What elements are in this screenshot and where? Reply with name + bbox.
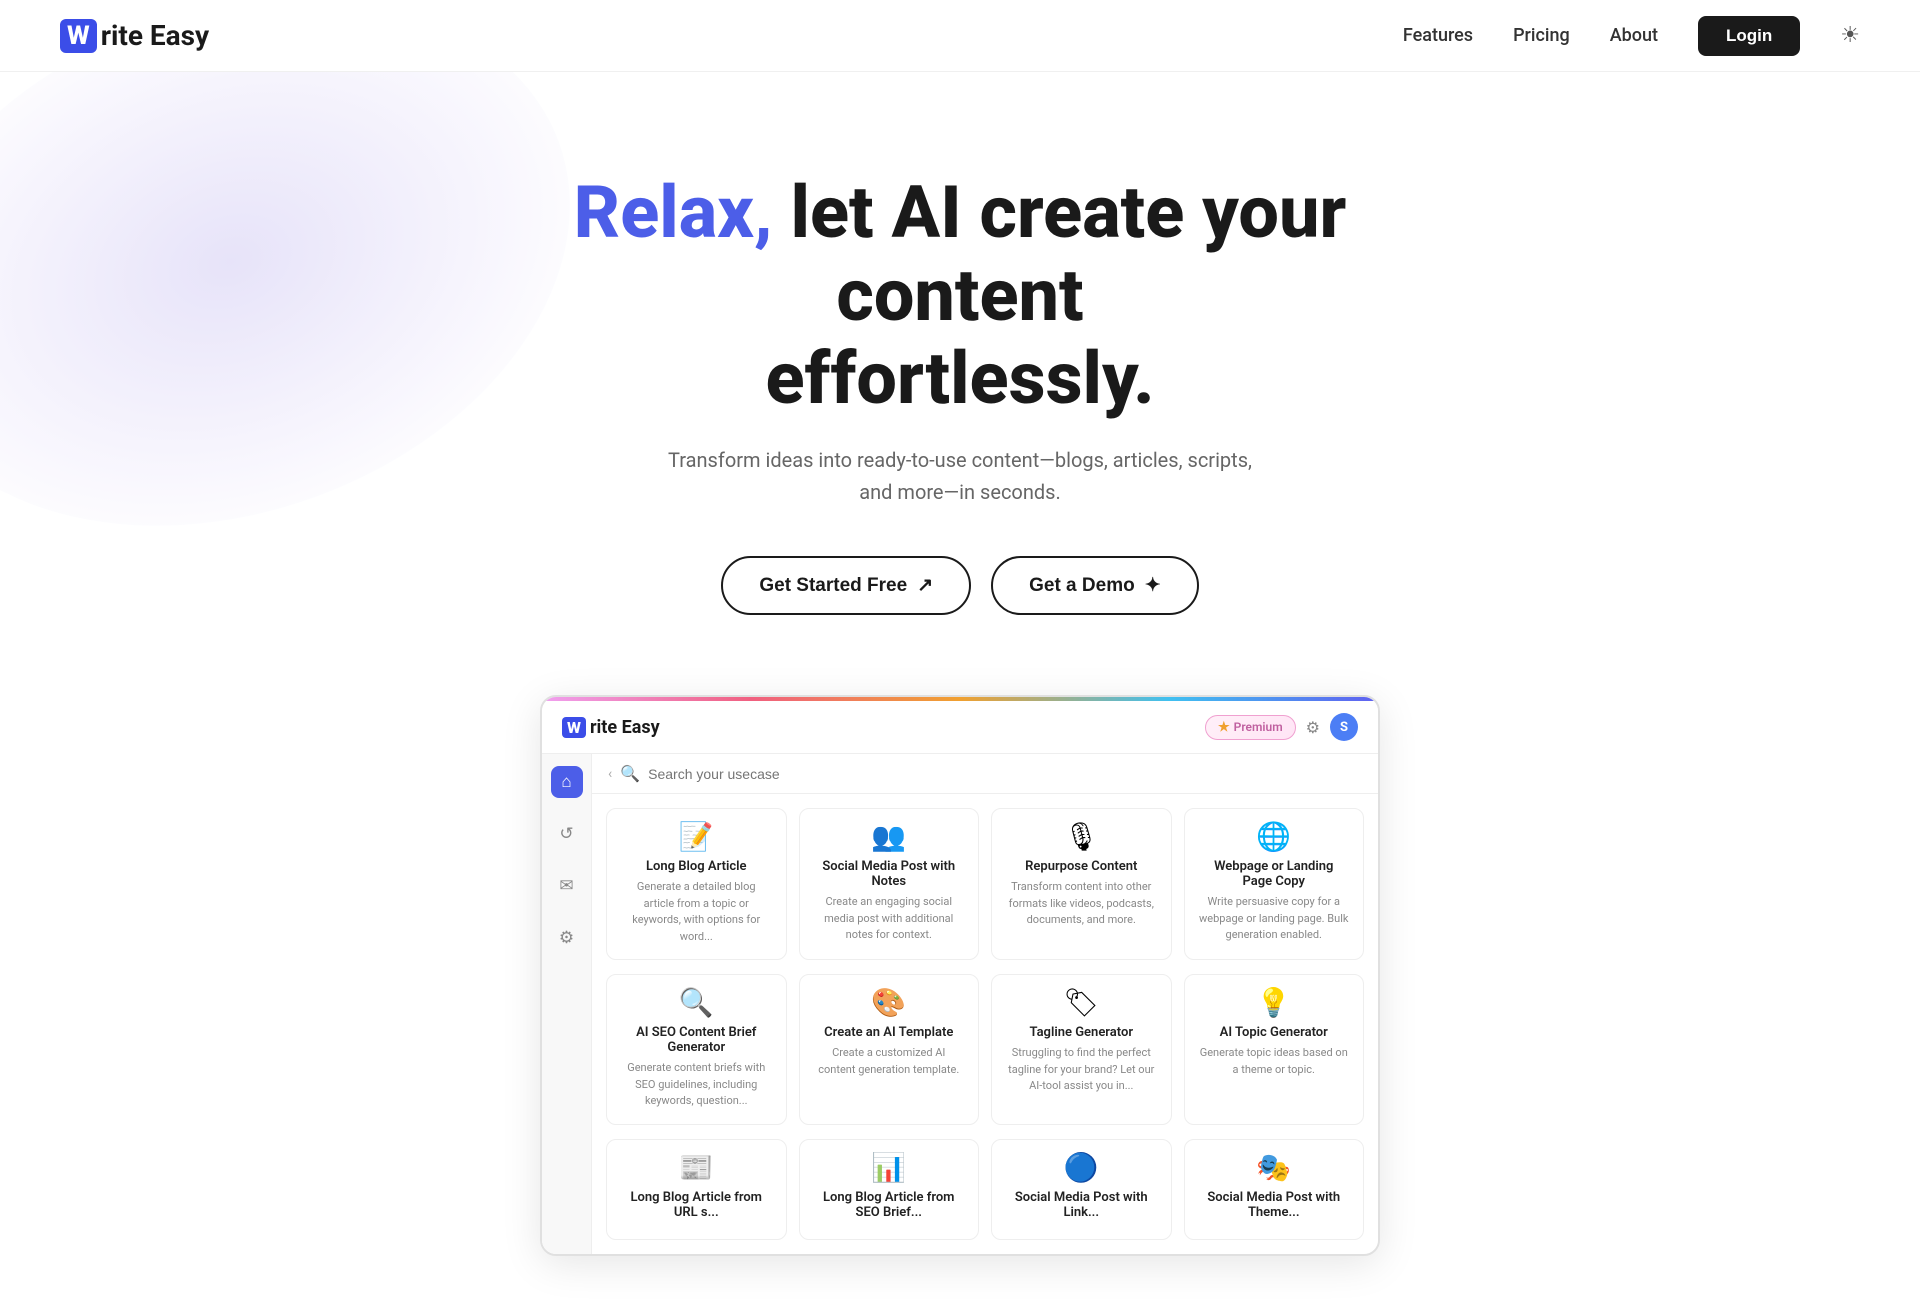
card-ai-template[interactable]: 🎨 Create an AI Template Create a customi… [799,974,980,1125]
card-blog-seo-title: Long Blog Article from SEO Brief... [814,1190,965,1220]
card-repurpose-title: Repurpose Content [1006,859,1157,874]
nav-features[interactable]: Features [1403,25,1473,46]
premium-badge[interactable]: ★ Premium [1205,715,1296,740]
card-tagline-title: Tagline Generator [1006,1025,1157,1040]
card-seo-title: AI SEO Content Brief Generator [621,1025,772,1055]
hero-headline-colored: Relax, [574,170,773,255]
card-webpage-desc: Write persuasive copy for a webpage or l… [1199,894,1350,944]
get-demo-button[interactable]: Get a Demo ✦ [991,556,1199,615]
card-tagline[interactable]: 🏷 Tagline Generator Struggling to find t… [991,974,1172,1125]
card-social-media-icon: 👥 [814,823,965,851]
logo[interactable]: W rite Easy [60,19,209,53]
card-social-theme-title: Social Media Post with Theme... [1199,1190,1350,1220]
card-long-blog[interactable]: 📝 Long Blog Article Generate a detailed … [606,808,787,960]
get-started-label: Get Started Free [759,575,907,597]
app-preview-window: W rite Easy ★ Premium ⚙ S ⌂ ↺ ✉ ⚙ [540,695,1380,1256]
card-topic-title: AI Topic Generator [1199,1025,1350,1040]
app-sidebar: ⌂ ↺ ✉ ⚙ [542,754,592,1254]
logo-w: W [60,19,97,53]
login-button[interactable]: Login [1698,16,1800,56]
app-topbar-right: ★ Premium ⚙ S [1205,713,1358,741]
get-demo-label: Get a Demo [1029,575,1135,597]
card-tagline-desc: Struggling to find the perfect tagline f… [1006,1045,1157,1095]
hero-subtext: Transform ideas into ready-to-use conten… [660,444,1260,508]
navbar: W rite Easy Features Pricing About Login… [0,0,1920,72]
sidebar-home-icon[interactable]: ⌂ [551,766,583,798]
get-demo-icon: ✦ [1145,574,1161,597]
logo-text: rite Easy [101,19,209,52]
card-ai-template-icon: 🎨 [814,989,965,1017]
hero-headline-rest: let AI create your contenteffortlessly. [765,170,1346,421]
card-blog-seo[interactable]: 📊 Long Blog Article from SEO Brief... [799,1139,980,1240]
sidebar-history-icon[interactable]: ↺ [551,818,583,850]
card-tagline-icon: 🏷 [1006,989,1157,1017]
card-seo-desc: Generate content briefs with SEO guideli… [621,1060,772,1110]
get-started-icon: ↗ [917,574,933,597]
search-icon: 🔍 [620,764,640,783]
nav-pricing[interactable]: Pricing [1513,25,1570,46]
card-topic-gen[interactable]: 💡 AI Topic Generator Generate topic idea… [1184,974,1365,1125]
hero-headline: Relax, let AI create your contenteffortl… [510,172,1410,420]
premium-star-icon: ★ [1218,720,1230,735]
theme-toggle-icon[interactable]: ☀ [1840,23,1860,48]
app-body: ⌂ ↺ ✉ ⚙ ‹ 🔍 📝 Long Blog Article Generate… [542,754,1378,1254]
premium-label: Premium [1234,720,1283,734]
card-seo-brief[interactable]: 🔍 AI SEO Content Brief Generator Generat… [606,974,787,1125]
sidebar-docs-icon[interactable]: ✉ [551,870,583,902]
cards-grid-row1: 📝 Long Blog Article Generate a detailed … [592,794,1378,974]
search-input[interactable] [648,766,1362,782]
user-avatar[interactable]: S [1330,713,1358,741]
sidebar-settings-icon[interactable]: ⚙ [551,922,583,954]
cards-partial-row: 📰 Long Blog Article from URL s... 📊 Long… [592,1139,1378,1254]
card-social-media[interactable]: 👥 Social Media Post with Notes Create an… [799,808,980,960]
card-social-link[interactable]: 🔵 Social Media Post with Link... [991,1139,1172,1240]
card-webpage-title: Webpage or Landing Page Copy [1199,859,1350,889]
card-social-link-icon: 🔵 [1006,1154,1157,1182]
card-long-blog-desc: Generate a detailed blog article from a … [621,879,772,945]
hero-section: Relax, let AI create your contenteffortl… [0,72,1920,1316]
card-blog-seo-icon: 📊 [814,1154,965,1182]
collapse-sidebar-button[interactable]: ‹ [608,766,612,782]
card-social-theme[interactable]: 🎭 Social Media Post with Theme... [1184,1139,1365,1240]
search-bar-row: ‹ 🔍 [592,754,1378,794]
card-webpage-icon: 🌐 [1199,823,1350,851]
settings-icon[interactable]: ⚙ [1306,718,1320,737]
app-topbar: W rite Easy ★ Premium ⚙ S [542,701,1378,754]
card-blog-url[interactable]: 📰 Long Blog Article from URL s... [606,1139,787,1240]
card-blog-url-icon: 📰 [621,1154,772,1182]
card-social-link-title: Social Media Post with Link... [1006,1190,1157,1220]
app-logo-text: rite Easy [590,717,660,738]
card-long-blog-title: Long Blog Article [621,859,772,874]
cards-grid-row2: 🔍 AI SEO Content Brief Generator Generat… [592,974,1378,1139]
card-blog-url-title: Long Blog Article from URL s... [621,1190,772,1220]
card-ai-template-title: Create an AI Template [814,1025,965,1040]
card-ai-template-desc: Create a customized AI content generatio… [814,1045,965,1078]
card-webpage-copy[interactable]: 🌐 Webpage or Landing Page Copy Write per… [1184,808,1365,960]
get-started-button[interactable]: Get Started Free ↗ [721,556,971,615]
card-seo-icon: 🔍 [621,989,772,1017]
nav-about[interactable]: About [1610,25,1658,46]
card-topic-desc: Generate topic ideas based on a theme or… [1199,1045,1350,1078]
card-repurpose-icon: 🎙 [1006,823,1157,851]
app-logo: W rite Easy [562,717,660,738]
card-long-blog-icon: 📝 [621,823,772,851]
card-repurpose-desc: Transform content into other formats lik… [1006,879,1157,929]
hero-buttons: Get Started Free ↗ Get a Demo ✦ [60,556,1860,615]
card-social-media-desc: Create an engaging social media post wit… [814,894,965,944]
card-repurpose[interactable]: 🎙 Repurpose Content Transform content in… [991,808,1172,960]
app-main-content: ‹ 🔍 📝 Long Blog Article Generate a detai… [592,754,1378,1254]
app-logo-w: W [562,717,586,738]
card-social-media-title: Social Media Post with Notes [814,859,965,889]
card-topic-icon: 💡 [1199,989,1350,1017]
card-social-theme-icon: 🎭 [1199,1154,1350,1182]
nav-links: Features Pricing About Login ☀ [1403,16,1860,56]
